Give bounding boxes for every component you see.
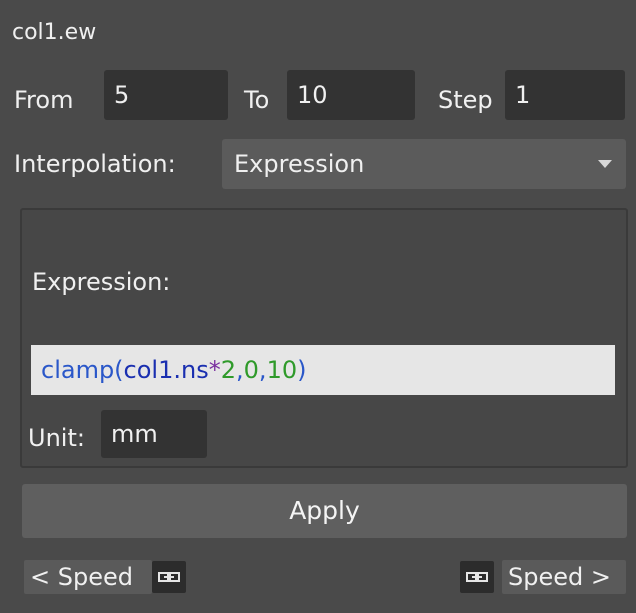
expr-token-operator: * [208, 356, 221, 384]
panel-title: col1.ew [12, 20, 97, 45]
expr-token-number: 10 [266, 356, 298, 384]
unit-input[interactable]: mm [101, 410, 207, 458]
speed-decrease-button[interactable]: < Speed [24, 560, 152, 594]
from-input[interactable]: 5 [104, 70, 228, 120]
from-label: From [14, 86, 74, 114]
step-input[interactable]: 1 [505, 70, 625, 120]
interpolation-label: Interpolation: [14, 150, 176, 178]
expression-label: Expression: [32, 268, 171, 296]
expression-input[interactable]: clamp(col1.ns*2,0,10) [31, 345, 615, 395]
expr-token-comma: , [236, 356, 244, 384]
expr-token-number: 2 [220, 356, 236, 384]
chevron-down-icon [598, 160, 612, 168]
unit-label: Unit: [28, 424, 85, 452]
expr-token-identifier: col1.ns [123, 356, 209, 384]
link-icon[interactable] [460, 561, 494, 593]
expr-token-paren: ) [297, 356, 307, 384]
expr-token-comma: , [258, 356, 267, 384]
speed-increase-button[interactable]: Speed > [502, 560, 626, 594]
apply-button[interactable]: Apply [22, 484, 627, 538]
interpolation-selected: Expression [234, 150, 365, 178]
expr-token-function: clamp( [41, 356, 124, 384]
to-input[interactable]: 10 [287, 70, 415, 120]
expr-token-number: 0 [243, 356, 259, 384]
step-label: Step [438, 86, 493, 114]
interpolation-dropdown[interactable]: Expression [222, 139, 626, 189]
link-icon[interactable] [152, 561, 186, 593]
to-label: To [244, 86, 270, 114]
